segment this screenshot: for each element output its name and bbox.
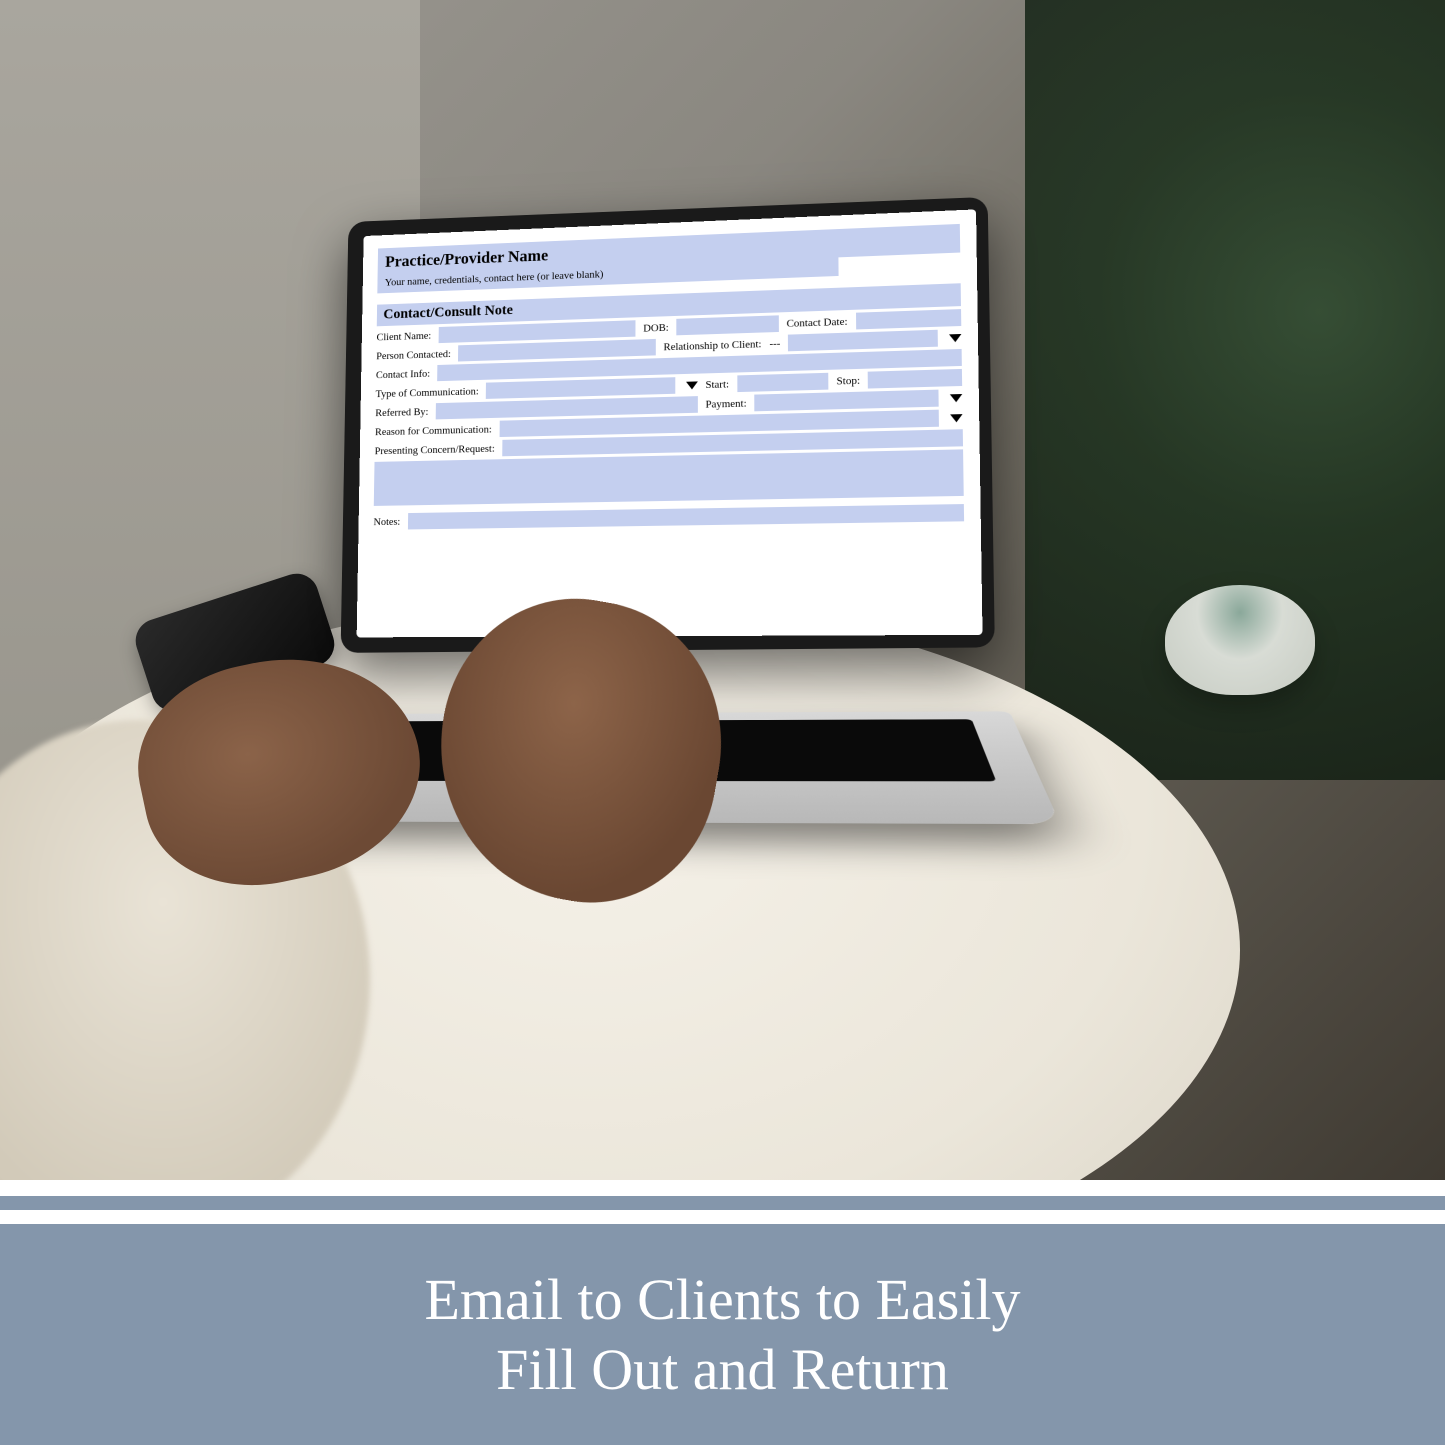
relationship-label: Relationship to Client:	[663, 338, 761, 353]
person-contacted-label: Person Contacted:	[376, 348, 451, 362]
contact-date-label: Contact Date:	[787, 315, 848, 329]
stop-label: Stop:	[836, 374, 860, 387]
chevron-down-icon[interactable]	[950, 414, 963, 422]
type-comm-label: Type of Communication:	[376, 385, 479, 399]
type-comm-field[interactable]	[486, 377, 675, 399]
photo-background: Practice/Provider Name Your name, creden…	[0, 0, 1445, 1180]
chevron-down-icon[interactable]	[949, 333, 961, 341]
chevron-down-icon[interactable]	[686, 381, 698, 389]
dob-label: DOB:	[643, 322, 669, 334]
client-name-label: Client Name:	[376, 330, 431, 343]
coffee-cup	[1165, 585, 1315, 695]
relationship-value: ---	[769, 337, 780, 349]
contact-info-label: Contact Info:	[376, 368, 430, 381]
start-label: Start:	[705, 378, 729, 390]
presenting-label: Presenting Concern/Request:	[375, 442, 495, 456]
contact-date-field[interactable]	[856, 309, 962, 329]
notes-field[interactable]	[408, 504, 964, 529]
referred-by-label: Referred By:	[375, 406, 428, 419]
dob-field[interactable]	[677, 315, 779, 335]
reason-label: Reason for Communication:	[375, 423, 492, 437]
person-contacted-field[interactable]	[458, 339, 655, 362]
stop-field[interactable]	[868, 369, 962, 389]
chevron-down-icon[interactable]	[950, 394, 963, 402]
relationship-field[interactable]	[788, 330, 938, 352]
banner-divider	[0, 1210, 1445, 1224]
form-document: Practice/Provider Name Your name, creden…	[357, 209, 983, 637]
start-field[interactable]	[737, 373, 829, 392]
notes-label: Notes:	[373, 516, 400, 528]
payment-field[interactable]	[755, 390, 939, 412]
presenting-textarea[interactable]	[374, 449, 964, 506]
caption-banner: Email to Clients to Easily Fill Out and …	[0, 1224, 1445, 1445]
banner-stripe	[0, 1196, 1445, 1210]
caption-text: Email to Clients to Easily Fill Out and …	[424, 1265, 1020, 1404]
banner-divider	[0, 1180, 1445, 1196]
laptop-screen-frame: Practice/Provider Name Your name, creden…	[341, 197, 995, 653]
payment-label: Payment:	[705, 397, 746, 410]
